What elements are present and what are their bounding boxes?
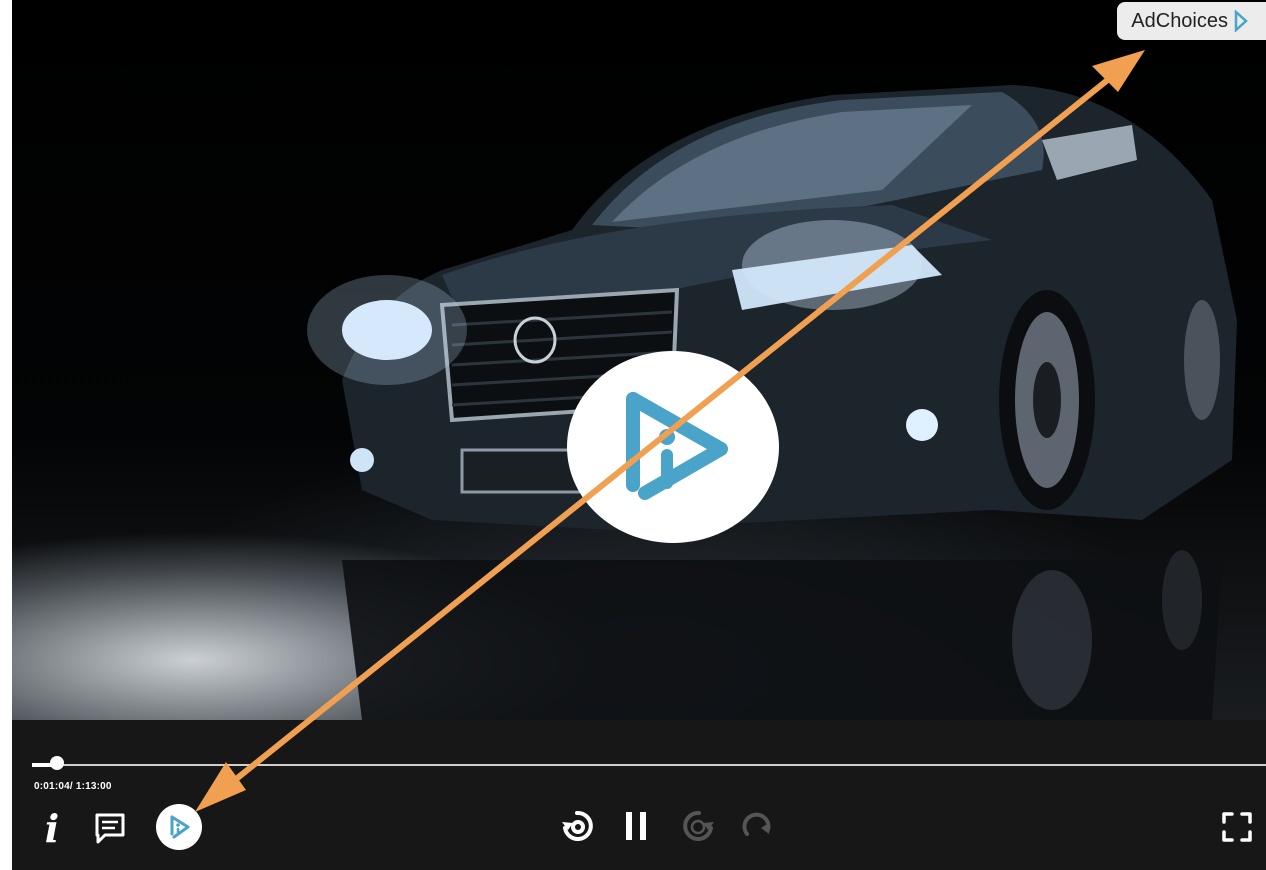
adchoices-icon [1234,10,1248,32]
info-icon: i [44,805,60,851]
pause-icon [626,812,646,840]
info-button[interactable]: i [38,805,66,851]
progress-scrubber[interactable] [50,756,64,770]
video-player[interactable]: AdChoices 0:01:04/ 1:13:00 i [12,0,1266,870]
center-brand-logo[interactable] [567,351,779,543]
video-frame[interactable]: AdChoices [12,0,1266,720]
rewind-10-icon [562,810,593,841]
chat-button[interactable] [90,808,130,848]
rewind-10-button[interactable] [558,806,596,846]
replay-icon [742,812,771,836]
fullscreen-button[interactable] [1218,808,1256,846]
replay-button[interactable] [738,806,776,846]
brand-button[interactable] [156,804,202,850]
fullscreen-icon [1222,812,1252,842]
player-control-bar: 0:01:04/ 1:13:00 i [12,720,1266,870]
brand-play-logo-icon [626,392,728,500]
forward-10-button[interactable] [680,806,718,846]
chat-icon [95,813,125,844]
time-display: 0:01:04/ 1:13:00 [34,781,112,792]
pause-button[interactable] [622,808,650,844]
brand-play-icon [170,815,190,839]
forward-10-icon [683,810,714,841]
adchoices-label: AdChoices [1131,9,1228,32]
adchoices-badge[interactable]: AdChoices [1117,2,1266,40]
progress-track[interactable] [32,764,1266,766]
